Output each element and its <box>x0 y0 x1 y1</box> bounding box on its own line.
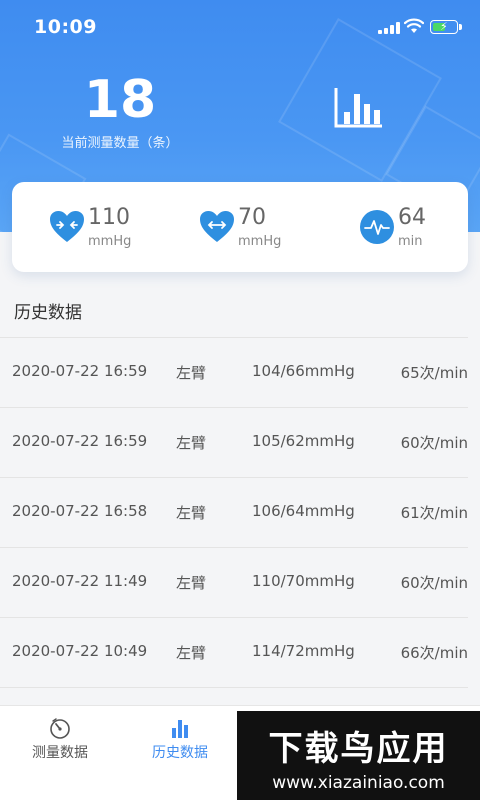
pulse-metric: 64 min <box>358 204 458 254</box>
tab-history-data-label: 历史数据 <box>152 745 208 761</box>
history-list[interactable]: 2020-07-22 16:59 左臂 104/66mmHg 65次/min 2… <box>0 337 480 707</box>
row-date: 2020-07-22 16:58 <box>12 502 148 520</box>
row-arm: 左臂 <box>176 574 207 592</box>
row-blood-pressure: 114/72mmHg <box>252 642 355 660</box>
systolic-metric: 110 mmHg <box>48 204 168 254</box>
row-heart-rate: 61次/min <box>400 504 468 522</box>
history-row[interactable]: 2020-07-22 16:58 左臂 106/64mmHg 61次/min <box>0 477 468 547</box>
diastolic-unit: mmHg <box>238 234 282 249</box>
row-arm: 左臂 <box>176 434 207 452</box>
tab-measure-data-label: 测量数据 <box>32 745 88 761</box>
gauge-icon <box>50 718 70 739</box>
row-arm: 左臂 <box>176 364 207 382</box>
history-row[interactable]: 2020-07-22 10:49 左臂 114/72mmHg 66次/min <box>0 617 468 687</box>
row-date: 2020-07-22 16:59 <box>12 432 148 450</box>
pulse-value: 64 <box>398 205 426 230</box>
status-bar: 10:09 ⚡ <box>0 0 480 56</box>
history-row[interactable] <box>0 687 468 707</box>
row-heart-rate: 60次/min <box>400 434 468 452</box>
tab-measure-data[interactable]: 测量数据 <box>0 706 120 800</box>
row-date: 2020-07-22 11:49 <box>12 572 148 590</box>
measurement-count-label: 当前测量数量（条） <box>61 136 179 151</box>
row-arm: 左臂 <box>176 644 207 662</box>
tab-history-data[interactable]: 历史数据 <box>120 706 240 800</box>
row-heart-rate: 65次/min <box>400 364 468 382</box>
systolic-unit: mmHg <box>88 234 132 249</box>
systolic-value: 110 <box>88 205 130 230</box>
heart-compress-icon <box>50 211 84 242</box>
pulse-unit: min <box>398 234 423 249</box>
history-row[interactable]: 2020-07-22 11:49 左臂 110/70mmHg 60次/min <box>0 547 468 617</box>
watermark-title: 下载鸟应用 <box>268 729 449 769</box>
battery-icon: ⚡ <box>430 20 462 34</box>
signal-icon <box>378 22 400 34</box>
row-blood-pressure: 106/64mmHg <box>252 502 355 520</box>
row-blood-pressure: 110/70mmHg <box>252 572 355 590</box>
watermark-banner: 下载鸟应用 www.xiazainiao.com <box>237 711 480 800</box>
row-heart-rate: 66次/min <box>400 644 468 662</box>
heart-expand-icon <box>200 211 234 242</box>
history-row[interactable]: 2020-07-22 16:59 左臂 105/62mmHg 60次/min <box>0 407 468 477</box>
row-heart-rate: 60次/min <box>400 574 468 592</box>
row-arm: 左臂 <box>176 504 207 522</box>
wifi-icon <box>404 18 424 33</box>
row-date: 2020-07-22 16:59 <box>12 362 148 380</box>
summary-card: 110 mmHg 70 mmHg 64 min <box>12 182 468 272</box>
row-blood-pressure: 104/66mmHg <box>252 362 355 380</box>
row-date: 2020-07-22 10:49 <box>12 642 148 660</box>
diastolic-value: 70 <box>238 205 266 230</box>
bar-chart-icon <box>172 720 188 738</box>
watermark-url: www.xiazainiao.com <box>272 773 445 793</box>
measurement-count: 18 <box>83 70 157 130</box>
bar-chart-icon[interactable] <box>332 86 384 130</box>
status-time: 10:09 <box>34 16 97 38</box>
pulse-wave-icon <box>360 210 394 244</box>
history-section-title: 历史数据 <box>14 303 82 323</box>
history-row[interactable]: 2020-07-22 16:59 左臂 104/66mmHg 65次/min <box>0 337 468 407</box>
diastolic-metric: 70 mmHg <box>198 204 318 254</box>
row-blood-pressure: 105/62mmHg <box>252 432 355 450</box>
